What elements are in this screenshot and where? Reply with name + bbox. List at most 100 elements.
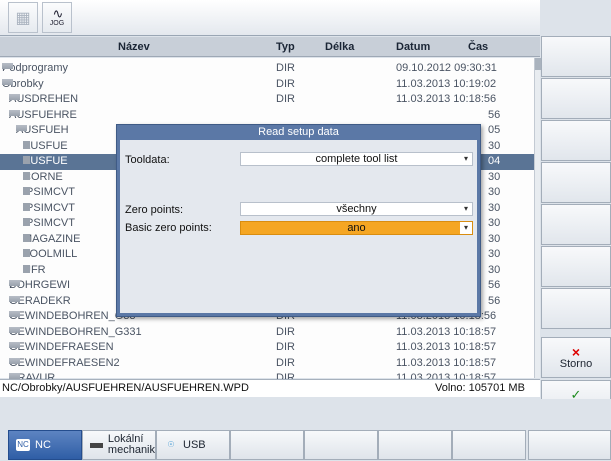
- free-space: Volno: 105701 MB: [435, 382, 525, 394]
- list-item-datetime: 56: [488, 108, 501, 121]
- list-item-datetime: 11.03.2013 10:18:57: [396, 356, 497, 369]
- softkey-6[interactable]: [541, 246, 611, 287]
- list-item-type: DIR: [276, 77, 295, 90]
- list-item-datetime: 30: [488, 217, 501, 229]
- folder-icon: [9, 295, 20, 302]
- list-item-datetime: 30: [488, 248, 501, 260]
- header-name[interactable]: Název: [118, 41, 150, 53]
- file-icon: [23, 249, 30, 257]
- list-item-datetime: 11.03.2013 10:18:56: [396, 93, 497, 105]
- list-item-type: DIR: [276, 325, 295, 338]
- list-item-datetime: 30: [488, 139, 501, 152]
- folder-icon: [9, 311, 20, 317]
- cancel-label: Storno: [559, 357, 593, 370]
- local-drive-button[interactable]: Lokální mechanik: [82, 430, 156, 460]
- list-item[interactable]: −ObrobkyDIR11.03.2013 10:19:02: [0, 77, 534, 93]
- header-type[interactable]: Typ: [276, 41, 295, 53]
- top-toolbar: ▦ ∿ JOG: [0, 0, 540, 36]
- list-item[interactable]: +GEWINDEFRAESENDIR11.03.2013 10:18:57: [0, 340, 534, 356]
- list-item-name: GEWINDEFRAESEN: [9, 341, 114, 353]
- list-item-name: GEWINDEFRAESEN2: [9, 356, 120, 369]
- bottom-softkey-5[interactable]: [304, 430, 378, 460]
- cancel-button[interactable]: × Storno: [541, 337, 611, 378]
- file-list-scrollbar[interactable]: [534, 58, 541, 378]
- jog-label: JOG: [49, 20, 65, 27]
- folder-icon[interactable]: ▦: [8, 2, 38, 33]
- bottom-softkey-bar: NC NC Lokální mechanik ☉ USB: [0, 399, 611, 461]
- list-item-datetime: 04: [488, 155, 501, 167]
- list-item-datetime: 30: [488, 170, 501, 183]
- list-item[interactable]: +PodprogramyDIR09.10.2012 09:30:31: [0, 61, 534, 77]
- list-item-datetime: 30: [488, 201, 501, 214]
- file-icon: [23, 202, 30, 211]
- folder-icon: [16, 125, 27, 131]
- file-icon: [23, 264, 30, 273]
- list-item-datetime: 05: [488, 124, 501, 136]
- header-date[interactable]: Datum: [396, 41, 430, 53]
- list-item-type: DIR: [276, 62, 295, 74]
- list-item-datetime: 11.03.2013 10:19:02: [396, 77, 497, 90]
- folder-icon: [2, 78, 13, 85]
- jog-wave-icon: ∿: [52, 6, 64, 21]
- list-item[interactable]: +GEWINDEBOHREN_G331DIR11.03.2013 10:18:5…: [0, 325, 534, 341]
- list-item-datetime: 56: [488, 279, 501, 291]
- list-item-datetime: 30: [488, 263, 501, 276]
- tooldata-label: Tooldata:: [125, 154, 170, 166]
- list-item[interactable]: +GEWINDEFRAESEN2DIR11.03.2013 10:18:57: [0, 356, 534, 372]
- tooldata-select[interactable]: complete tool list ▾: [240, 152, 473, 166]
- list-item-datetime: 11.03.2013 10:18:57: [396, 341, 497, 353]
- list-item-datetime: 30: [488, 232, 501, 245]
- bottom-softkey-7[interactable]: [452, 430, 526, 460]
- list-item-name: IPSIMCVT: [23, 217, 75, 229]
- list-item-name: GEWINDEBOHREN_G331: [9, 325, 142, 338]
- folder-icon: [9, 109, 20, 116]
- nc-label: NC: [35, 438, 51, 451]
- usb-label: USB: [183, 438, 206, 451]
- softkey-7[interactable]: [541, 288, 611, 329]
- list-item-datetime: 30: [488, 186, 501, 198]
- usb-button[interactable]: ☉ USB: [156, 430, 230, 460]
- dropdown-arrow-icon: ▾: [463, 204, 468, 213]
- list-item-name: IPSIMCVT: [23, 186, 75, 198]
- softkey-3[interactable]: [541, 120, 611, 161]
- list-item-type: DIR: [276, 356, 295, 369]
- file-icon: [23, 233, 30, 242]
- jog-mode-icon[interactable]: ∿ JOG: [42, 2, 72, 33]
- bottom-softkey-4[interactable]: [230, 430, 304, 460]
- zero-points-label: Zero points:: [125, 204, 184, 216]
- dialog-title: Read setup data: [258, 126, 339, 138]
- dropdown-arrow-icon: ▾: [460, 222, 472, 234]
- file-icon: [23, 171, 30, 180]
- header-time[interactable]: Čas: [468, 41, 488, 53]
- local-drive-icon: [90, 442, 103, 448]
- list-item-datetime: 56: [488, 294, 501, 307]
- folder-icon: [9, 342, 20, 348]
- list-item-datetime: 09.10.2012 09:30:31: [396, 62, 497, 74]
- basic-zero-points-select[interactable]: ano ▾: [240, 221, 473, 235]
- softkey-1[interactable]: [541, 36, 611, 77]
- file-icon: [23, 156, 30, 164]
- header-length[interactable]: Délka: [325, 41, 354, 53]
- softkey-2[interactable]: [541, 78, 611, 119]
- folder-icon: [9, 357, 20, 364]
- cancel-x-icon: ×: [571, 343, 581, 360]
- list-item[interactable]: +AUSDREHENDIR11.03.2013 10:18:56: [0, 92, 534, 108]
- list-item-name: IPSIMCVT: [23, 201, 75, 214]
- folder-icon: [9, 280, 20, 286]
- folder-icon: [2, 63, 13, 69]
- list-item[interactable]: −AUSFUEHRE56: [0, 108, 534, 124]
- list-item-name: TOOLMILL: [23, 248, 78, 260]
- softkey-4[interactable]: [541, 162, 611, 203]
- dropdown-arrow-icon: ▾: [463, 154, 468, 163]
- nc-button[interactable]: NC NC: [8, 430, 82, 460]
- file-icon: [23, 140, 30, 149]
- softkey-5[interactable]: [541, 204, 611, 245]
- status-bar: NC/Obrobky/AUSFUEHREN/AUSFUEHREN.WPD Vol…: [0, 379, 540, 397]
- file-icon: [23, 218, 30, 226]
- zero-points-select[interactable]: všechny ▾: [240, 202, 473, 216]
- nc-drive-icon: NC: [16, 439, 30, 451]
- file-icon: [23, 187, 30, 195]
- bottom-softkey-8[interactable]: [528, 430, 611, 460]
- bottom-softkey-6[interactable]: [378, 430, 452, 460]
- list-item-type: DIR: [276, 93, 295, 105]
